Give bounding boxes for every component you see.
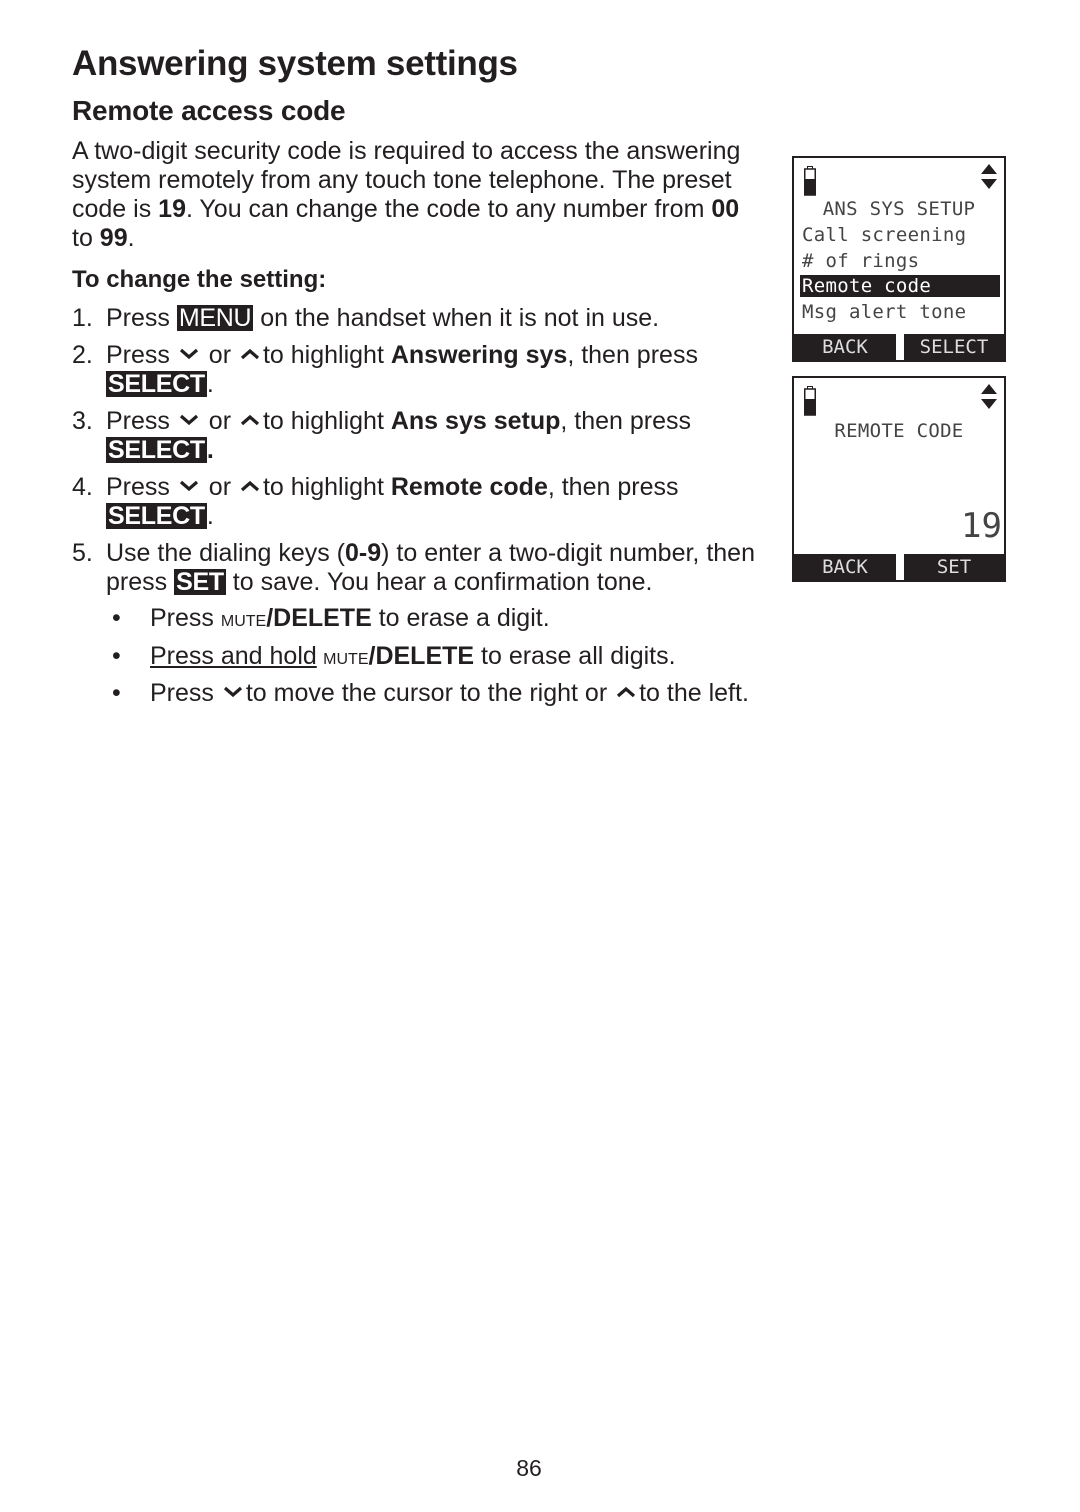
softkey-back: BACK [794, 554, 896, 580]
softkey-back: BACK [794, 334, 896, 360]
step-text: Press [106, 472, 177, 501]
step-text: to save. You hear a confirmation tone. [225, 568, 653, 596]
tip-item: • Press to move the cursor to the right o… [112, 679, 872, 708]
step-text: to highlight [262, 472, 391, 501]
menu-item-highlighted: Remote code [800, 275, 1000, 297]
step-text: to highlight [262, 406, 391, 435]
mute-key-label: mute [316, 642, 369, 669]
step-text: Press [106, 340, 177, 369]
chevron-down-icon [179, 479, 199, 493]
range-min: 00 [711, 195, 740, 223]
intro-text: to [72, 224, 100, 252]
chevron-up-icon [616, 685, 636, 699]
battery-icon [804, 386, 816, 416]
range-max: 99 [99, 224, 128, 252]
step-number: 5. [72, 538, 93, 567]
steps-list: 1. Press MENU on the handset when it is n… [72, 304, 772, 605]
intro-paragraph: A two-digit security code is required to… [72, 137, 752, 253]
tip-text: Press [150, 679, 221, 707]
preset-code: 19 [158, 195, 186, 223]
step-item: 3. Press or to highlight Ans sys setup, t… [72, 407, 772, 466]
menu-item: Call screening [802, 224, 967, 246]
scroll-arrows-icon [981, 384, 997, 409]
softkey-select: SELECT [904, 334, 1004, 360]
step-text: Use the dialing keys ( [106, 538, 346, 567]
press-and-hold-text: Press and hold [150, 641, 317, 670]
step-number: 4. [72, 472, 93, 501]
step-text: , then press [567, 340, 698, 369]
step-number: 2. [72, 340, 93, 369]
chevron-up-icon [240, 347, 260, 361]
dial-keys: 0-9 [345, 538, 382, 567]
step-text: , then press [560, 406, 692, 435]
step-text: on the handset when it is not in use. [253, 304, 660, 332]
tips-list: • Press mute/DELETE to erase a digit. • Pr… [112, 604, 872, 717]
chevron-down-icon [179, 347, 199, 361]
chevron-down-icon [179, 413, 199, 427]
step-item: 5. Use the dialing keys (0-9) to enter a … [72, 539, 772, 598]
tip-text: to erase all digits. [474, 641, 676, 670]
bullet: • [112, 679, 121, 707]
step-item: 4. Press or to highlight Remote code, the… [72, 473, 772, 532]
screen-title: REMOTE CODE [834, 420, 964, 442]
scroll-arrows-icon [981, 164, 997, 189]
tip-item: • Press and hold mute/DELETE to erase all… [112, 642, 872, 671]
handset-screen-menu: ANS SYS SETUP Call screening # of rings … [792, 156, 1006, 362]
battery-icon [804, 166, 816, 196]
step-text: Press [106, 304, 177, 332]
page-title: Answering system settings [72, 44, 518, 83]
handset-screen-remote-code: REMOTE CODE 19 BACK SET [792, 376, 1006, 582]
menu-key: MENU [176, 304, 254, 332]
select-key: SELECT [106, 502, 207, 530]
select-key: SELECT [106, 370, 207, 398]
step-text: . [206, 370, 214, 398]
screen-title: ANS SYS SETUP [822, 198, 976, 220]
tip-text: to move the cursor to the right or [245, 679, 615, 707]
set-key: SET [174, 568, 226, 596]
step-text: Press [106, 406, 177, 435]
step-text: or [201, 406, 238, 435]
tip-text: to the left. [639, 679, 749, 707]
delete-key-label: /DELETE [368, 641, 475, 670]
intro-text: . [127, 224, 135, 252]
menu-target: Answering sys [390, 340, 568, 369]
step-text: . [206, 436, 214, 464]
tip-text: Press [150, 604, 221, 632]
remote-code-value: 19 [961, 506, 1002, 546]
step-text: , then press [547, 472, 679, 501]
tip-text: to erase a digit. [371, 604, 550, 632]
step-number: 1. [72, 304, 93, 332]
step-text: or [201, 340, 238, 369]
softkey-set: SET [904, 554, 1004, 580]
step-text: or [201, 472, 238, 501]
chevron-up-icon [240, 479, 260, 493]
bullet: • [112, 604, 121, 632]
delete-key-label: /DELETE [266, 604, 372, 632]
section-title: Remote access code [72, 95, 346, 126]
select-key: SELECT [106, 436, 207, 464]
menu-target: Remote code [390, 472, 548, 501]
bullet: • [112, 641, 121, 670]
menu-item: # of rings [802, 250, 920, 272]
page-number: 86 [516, 1455, 542, 1481]
step-text: . [206, 502, 214, 530]
chevron-down-icon [223, 685, 243, 699]
step-item: 1. Press MENU on the handset when it is n… [72, 304, 772, 334]
tip-item: • Press mute/DELETE to erase a digit. [112, 604, 872, 633]
chevron-up-icon [240, 413, 260, 427]
step-item: 2. Press or to highlight Answering sys, t… [72, 341, 772, 400]
menu-item: Msg alert tone [802, 301, 967, 323]
mute-key-label: mute [220, 605, 267, 631]
subheading: To change the setting: [72, 266, 327, 293]
step-number: 3. [72, 406, 93, 435]
intro-text: . You can change the code to any number … [185, 195, 712, 223]
menu-target: Ans sys setup [390, 406, 561, 435]
step-text: to highlight [262, 340, 391, 369]
